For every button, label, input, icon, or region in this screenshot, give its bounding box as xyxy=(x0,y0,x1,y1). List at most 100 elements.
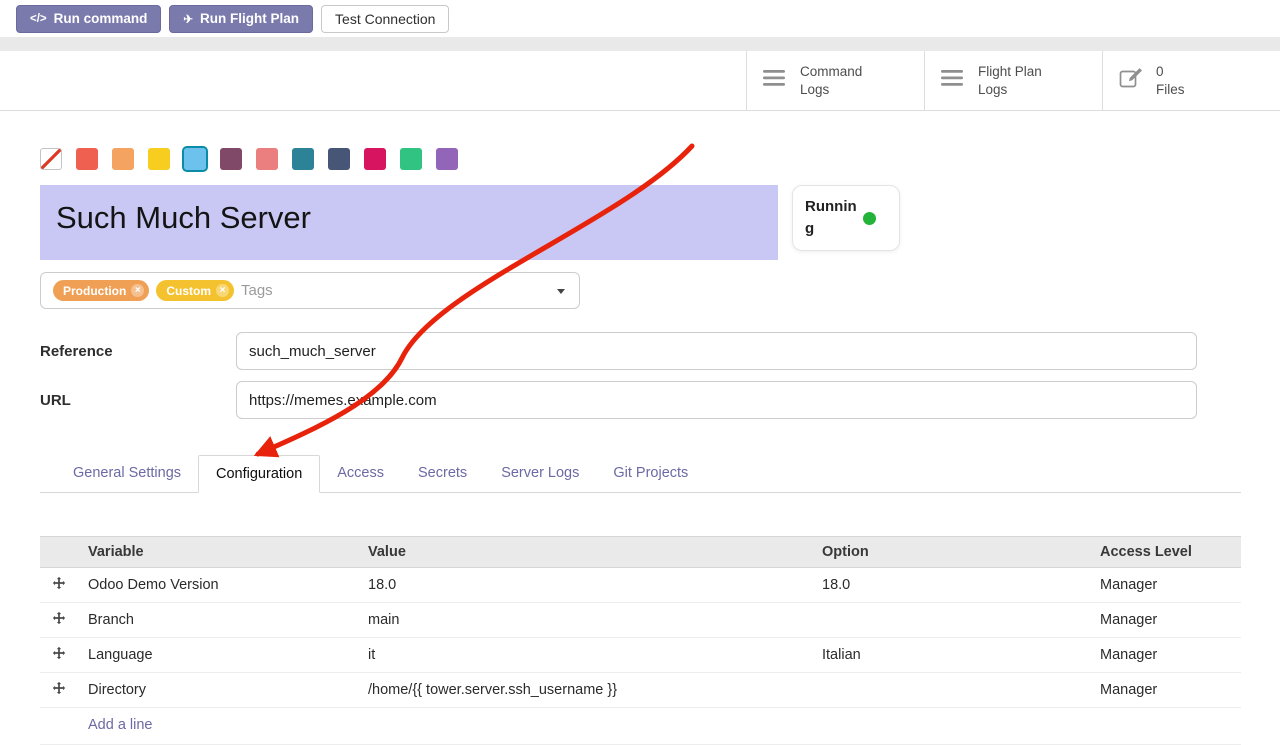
color-swatch-none[interactable] xyxy=(40,148,62,170)
status-card: Running xyxy=(792,185,900,251)
reference-row: Reference xyxy=(40,332,1241,370)
top-toolbar: </> Run command ✈ Run Flight Plan Test C… xyxy=(0,0,1280,37)
cell-variable[interactable]: Language xyxy=(78,638,358,673)
remove-tag-icon[interactable]: × xyxy=(216,284,229,297)
color-swatch-fuchsia[interactable] xyxy=(364,148,386,170)
stat-line: Flight Plan xyxy=(978,63,1042,81)
cell-access-level[interactable]: Manager xyxy=(1090,638,1241,673)
status-running-dot xyxy=(863,212,876,225)
color-palette xyxy=(40,148,1241,170)
record-header: Command Logs Flight Plan Logs 0 Files xyxy=(0,51,1280,111)
stat-line: Files xyxy=(1156,81,1185,99)
tab-secrets[interactable]: Secrets xyxy=(401,455,484,492)
color-swatch-salmon[interactable] xyxy=(256,148,278,170)
code-icon: </> xyxy=(30,13,47,25)
add-line-row: Add a line xyxy=(40,708,1241,745)
color-swatch-purple[interactable] xyxy=(436,148,458,170)
config-table: Variable Value Option Access Level Odoo … xyxy=(40,536,1241,745)
table-row: Branch main Manager xyxy=(40,603,1241,638)
drag-handle-icon[interactable] xyxy=(40,603,78,638)
table-row: Directory /home/{{ tower.server.ssh_user… xyxy=(40,673,1241,708)
drag-handle-icon[interactable] xyxy=(40,568,78,603)
tab-general-settings[interactable]: General Settings xyxy=(56,455,198,492)
remove-tag-icon[interactable]: × xyxy=(131,284,144,297)
stat-line: Logs xyxy=(800,81,862,99)
table-header-row: Variable Value Option Access Level xyxy=(40,537,1241,568)
tags-placeholder: Tags xyxy=(241,282,273,299)
stat-line: Command xyxy=(800,63,862,81)
dropdown-caret-icon[interactable] xyxy=(557,289,565,294)
add-a-line-link[interactable]: Add a line xyxy=(40,708,1241,745)
list-icon xyxy=(763,69,787,92)
tag-production[interactable]: Production × xyxy=(53,280,149,301)
cell-access-level[interactable]: Manager xyxy=(1090,568,1241,603)
plane-icon: ✈ xyxy=(183,12,193,26)
column-header-option: Option xyxy=(812,537,1090,568)
run-flight-plan-label: Run Flight Plan xyxy=(200,11,299,26)
server-name-input[interactable]: Such Much Server xyxy=(40,185,778,260)
tags-input[interactable]: Production × Custom × Tags xyxy=(40,272,580,309)
drag-handle-icon[interactable] xyxy=(40,673,78,708)
cell-option[interactable] xyxy=(812,673,1090,708)
notebook-tabs: General Settings Configuration Access Se… xyxy=(40,455,1241,493)
reference-input[interactable] xyxy=(236,332,1197,370)
drag-handle-icon[interactable] xyxy=(40,638,78,673)
command-logs-label: Command Logs xyxy=(800,63,862,98)
status-label: Running xyxy=(805,196,857,240)
flight-plan-logs-label: Flight Plan Logs xyxy=(978,63,1042,98)
table-row: Odoo Demo Version 18.0 18.0 Manager xyxy=(40,568,1241,603)
tag-custom[interactable]: Custom × xyxy=(156,280,234,301)
files-button[interactable]: 0 Files xyxy=(1102,51,1280,110)
command-logs-button[interactable]: Command Logs xyxy=(746,51,924,110)
handle-column-header xyxy=(40,537,78,568)
files-label: 0 Files xyxy=(1156,63,1185,98)
cell-value[interactable]: /home/{{ tower.server.ssh_username }} xyxy=(358,673,812,708)
color-swatch-green[interactable] xyxy=(400,148,422,170)
color-swatch-red[interactable] xyxy=(76,148,98,170)
tab-access[interactable]: Access xyxy=(320,455,401,492)
cell-access-level[interactable]: Manager xyxy=(1090,603,1241,638)
color-swatch-navy[interactable] xyxy=(328,148,350,170)
divider-strip xyxy=(0,37,1280,51)
column-header-value: Value xyxy=(358,537,812,568)
list-icon xyxy=(941,69,965,92)
table-row: Language it Italian Manager xyxy=(40,638,1241,673)
cell-option[interactable]: Italian xyxy=(812,638,1090,673)
tab-server-logs[interactable]: Server Logs xyxy=(484,455,596,492)
edit-icon xyxy=(1119,67,1143,94)
color-swatch-yellow[interactable] xyxy=(148,148,170,170)
column-header-variable: Variable xyxy=(78,537,358,568)
cell-value[interactable]: 18.0 xyxy=(358,568,812,603)
url-input[interactable] xyxy=(236,381,1197,419)
title-row: Such Much Server Running xyxy=(40,185,1241,260)
url-row: URL xyxy=(40,381,1241,419)
cell-value[interactable]: it xyxy=(358,638,812,673)
tag-label: Production xyxy=(63,284,126,298)
cell-access-level[interactable]: Manager xyxy=(1090,673,1241,708)
stat-line: Logs xyxy=(978,81,1042,99)
color-swatch-light-blue-selected[interactable] xyxy=(184,148,206,170)
tag-label: Custom xyxy=(166,284,211,298)
url-label: URL xyxy=(40,392,236,409)
run-command-label: Run command xyxy=(54,11,148,26)
test-connection-button[interactable]: Test Connection xyxy=(321,5,449,33)
color-swatch-orange[interactable] xyxy=(112,148,134,170)
flight-plan-logs-button[interactable]: Flight Plan Logs xyxy=(924,51,1102,110)
cell-value[interactable]: main xyxy=(358,603,812,638)
form-sheet: Such Much Server Running Production × Cu… xyxy=(0,148,1280,745)
field-group: Reference URL xyxy=(40,332,1241,419)
cell-option[interactable] xyxy=(812,603,1090,638)
run-flight-plan-button[interactable]: ✈ Run Flight Plan xyxy=(169,5,313,33)
cell-option[interactable]: 18.0 xyxy=(812,568,1090,603)
cell-variable[interactable]: Directory xyxy=(78,673,358,708)
test-connection-label: Test Connection xyxy=(335,11,435,27)
color-swatch-teal[interactable] xyxy=(292,148,314,170)
tab-git-projects[interactable]: Git Projects xyxy=(596,455,705,492)
color-swatch-dark-purple[interactable] xyxy=(220,148,242,170)
reference-label: Reference xyxy=(40,343,236,360)
cell-variable[interactable]: Odoo Demo Version xyxy=(78,568,358,603)
tab-configuration[interactable]: Configuration xyxy=(198,455,320,493)
stat-line: 0 xyxy=(1156,63,1185,81)
run-command-button[interactable]: </> Run command xyxy=(16,5,161,33)
cell-variable[interactable]: Branch xyxy=(78,603,358,638)
